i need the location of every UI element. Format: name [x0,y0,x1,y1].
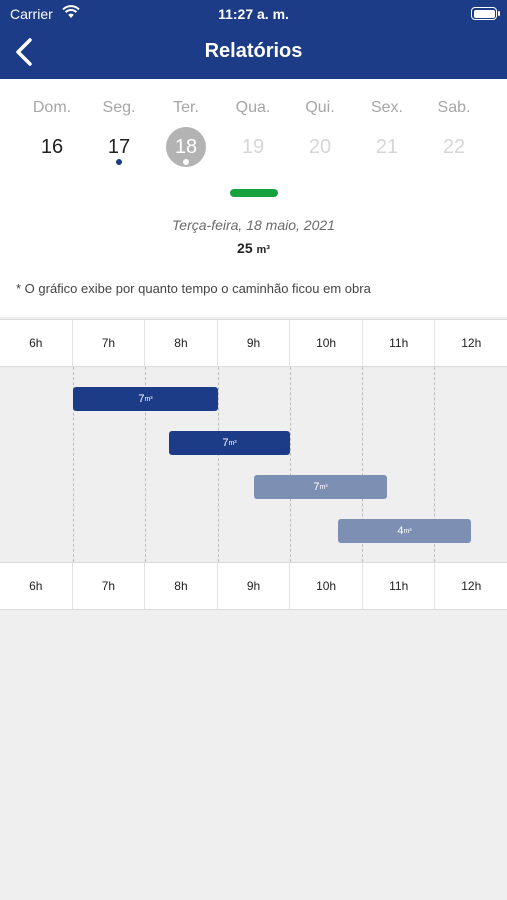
delivery-bar[interactable]: 7 m³ [169,431,290,455]
day-number: 21 [375,136,399,158]
week-indicator [230,189,278,197]
hour-label: 10h [290,320,363,366]
hours-header-top: 6h 7h 8h 9h 10h 11h 12h [0,319,507,367]
hour-gridline [218,367,219,562]
day-number: 16 [40,136,64,158]
has-data-dot [116,159,122,165]
day-name: Sab. [437,99,471,116]
battery-icon [471,7,500,20]
status-bar: Carrier 11:27 a. m. [0,0,507,28]
day-summary: Terça-feira, 18 maio, 2021 25 m³ * O grá… [0,207,507,317]
hour-label: 7h [73,320,146,366]
clock: 11:27 a. m. [218,6,289,22]
hour-label: 7h [73,563,146,609]
has-data-dot [183,159,189,165]
hour-label: 12h [461,336,482,350]
hour-label: 12h [461,579,482,593]
hour-label: 11h [363,563,436,609]
hour-label: 9h [218,563,291,609]
day-tuesday[interactable]: Ter. 18 [156,79,216,179]
day-saturday[interactable]: Sab. 22 [424,79,484,179]
day-name: Seg. [102,99,136,116]
hour-label: 6h [0,320,73,366]
bar-unit: m³ [403,527,412,535]
timeline-chart: 7 m³ 7 m³ 7 m³ 4 m³ [0,367,507,562]
hour-label: 8h [145,563,218,609]
week-selector: Dom. 16 Seg. 17 Ter. 18 Qua. 19 Qui. 20 … [0,79,507,207]
day-name: Ter. [173,99,199,116]
day-number: 18 [174,136,198,158]
bar-unit: m³ [144,395,153,403]
day-wednesday[interactable]: Qua. 19 [223,79,283,179]
hour-label: 9h [218,320,291,366]
bar-unit: m³ [228,439,237,447]
app-header: Carrier 11:27 a. m. Relatórios [0,0,507,79]
day-name: Qui. [305,99,335,116]
hour-gridline [290,367,291,562]
day-sunday[interactable]: Dom. 16 [22,79,82,179]
volume-unit: m³ [256,244,270,256]
hour-label: 6h [0,563,73,609]
hours-header-bottom: 6h 7h 8h 9h 10h 11h 12h [0,562,507,610]
volume-value: 25 [237,240,253,256]
delivery-bar[interactable]: 4 m³ [338,519,471,543]
day-thursday[interactable]: Qui. 20 [290,79,350,179]
day-number: 20 [308,136,332,158]
day-friday[interactable]: Sex. 21 [357,79,417,179]
chart-note: * O gráfico exibe por quanto tempo o cam… [16,281,371,296]
day-number: 17 [107,136,131,158]
day-name: Dom. [32,99,72,116]
page-title: Relatórios [204,40,303,62]
delivery-bar[interactable]: 7 m³ [73,387,218,411]
selected-date: Terça-feira, 18 maio, 2021 [172,217,335,233]
day-number: 19 [241,136,265,158]
hour-label: 8h [145,320,218,366]
day-name: Qua. [235,99,271,116]
day-monday[interactable]: Seg. 17 [89,79,149,179]
total-volume: 25 m³ [0,240,507,256]
bar-unit: m³ [319,483,328,491]
hour-label: 11h [363,320,436,366]
day-number: 22 [442,136,466,158]
day-name: Sex. [370,99,403,116]
delivery-bar[interactable]: 7 m³ [254,475,387,499]
hour-label: 10h [290,563,363,609]
